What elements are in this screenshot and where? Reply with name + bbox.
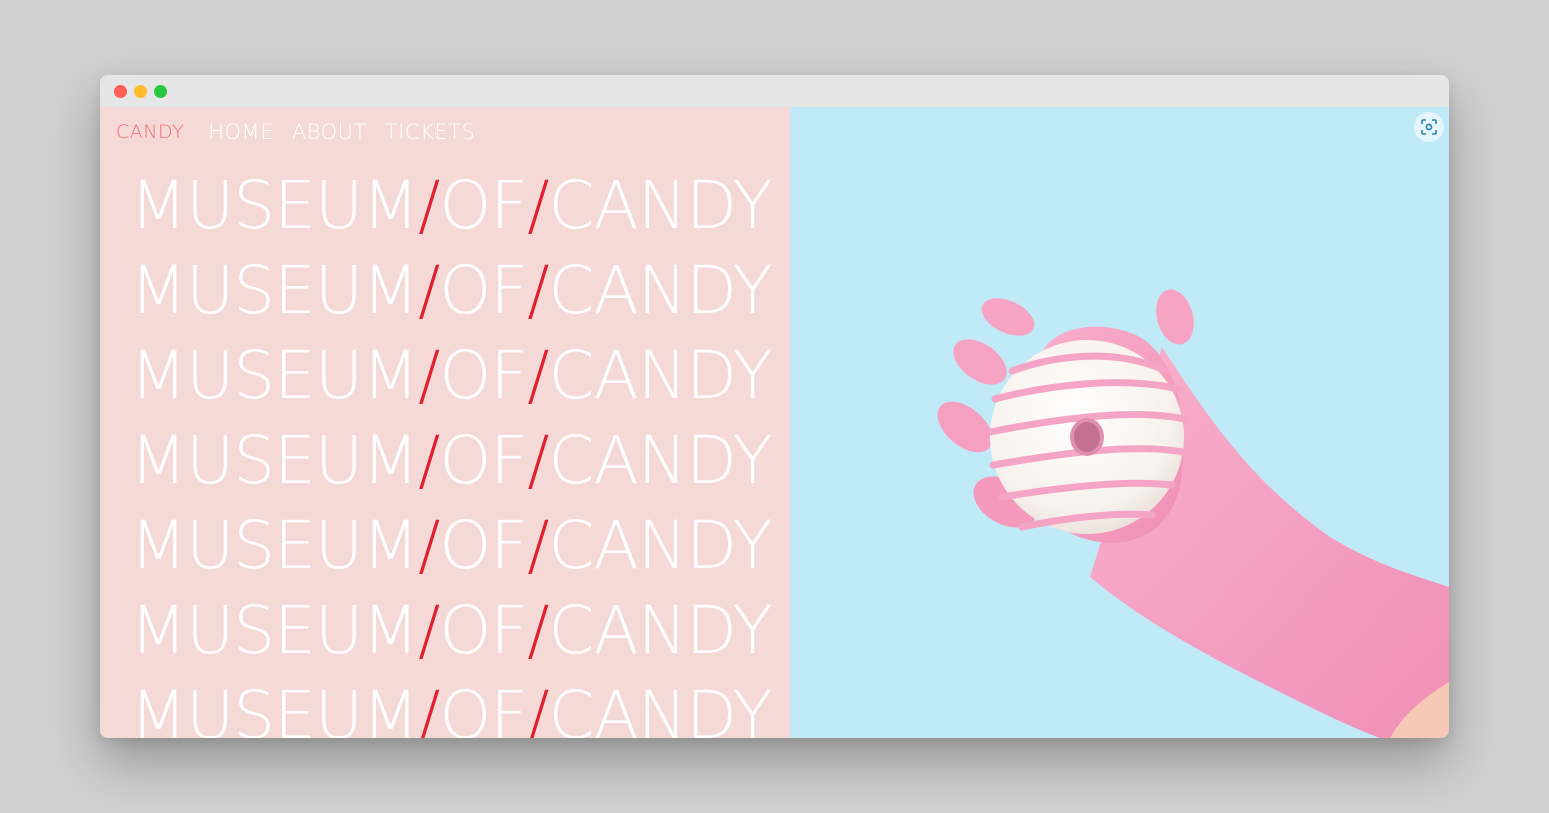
glove-finger (953, 339, 1007, 385)
nav-tickets[interactable]: TICKETS (385, 120, 475, 144)
zoom-window-button[interactable] (154, 85, 167, 98)
title-line: MUSEUM/OF/CANDY (130, 507, 773, 584)
glove-finger-top (981, 298, 1035, 336)
nav-home[interactable]: HOME (208, 120, 274, 144)
title-line: MUSEUM/OF/CANDY (130, 422, 773, 499)
hero-image-panel (790, 107, 1449, 738)
title-line: MUSEUM/OF/CANDY (130, 252, 773, 329)
screenshot-button[interactable] (1414, 112, 1444, 142)
screenshot-scan-icon (1421, 119, 1437, 135)
nav-about[interactable]: ABOUT (292, 120, 367, 144)
window-titlebar (100, 75, 1449, 107)
glove-finger-right (1156, 289, 1194, 345)
title-line: MUSEUM/OF/CANDY (130, 592, 773, 669)
title-line: MUSEUM/OF/CANDY (130, 337, 773, 414)
main-nav: CANDY HOME ABOUT TICKETS (116, 117, 493, 147)
title-line: MUSEUM/OF/CANDY (130, 167, 773, 244)
minimize-window-button[interactable] (134, 85, 147, 98)
hero-text-panel: CANDY HOME ABOUT TICKETS MUSEUM/OF/CANDY… (100, 107, 790, 738)
browser-window: CANDY HOME ABOUT TICKETS MUSEUM/OF/CANDY… (100, 75, 1449, 738)
museum-title-stack: MUSEUM/OF/CANDY MUSEUM/OF/CANDY MUSEUM/O… (130, 163, 790, 738)
brand-logo[interactable]: CANDY (116, 121, 184, 143)
donut-glove-photo (937, 289, 1449, 738)
close-window-button[interactable] (114, 85, 127, 98)
title-line: MUSEUM/OF/CANDY (130, 677, 773, 738)
